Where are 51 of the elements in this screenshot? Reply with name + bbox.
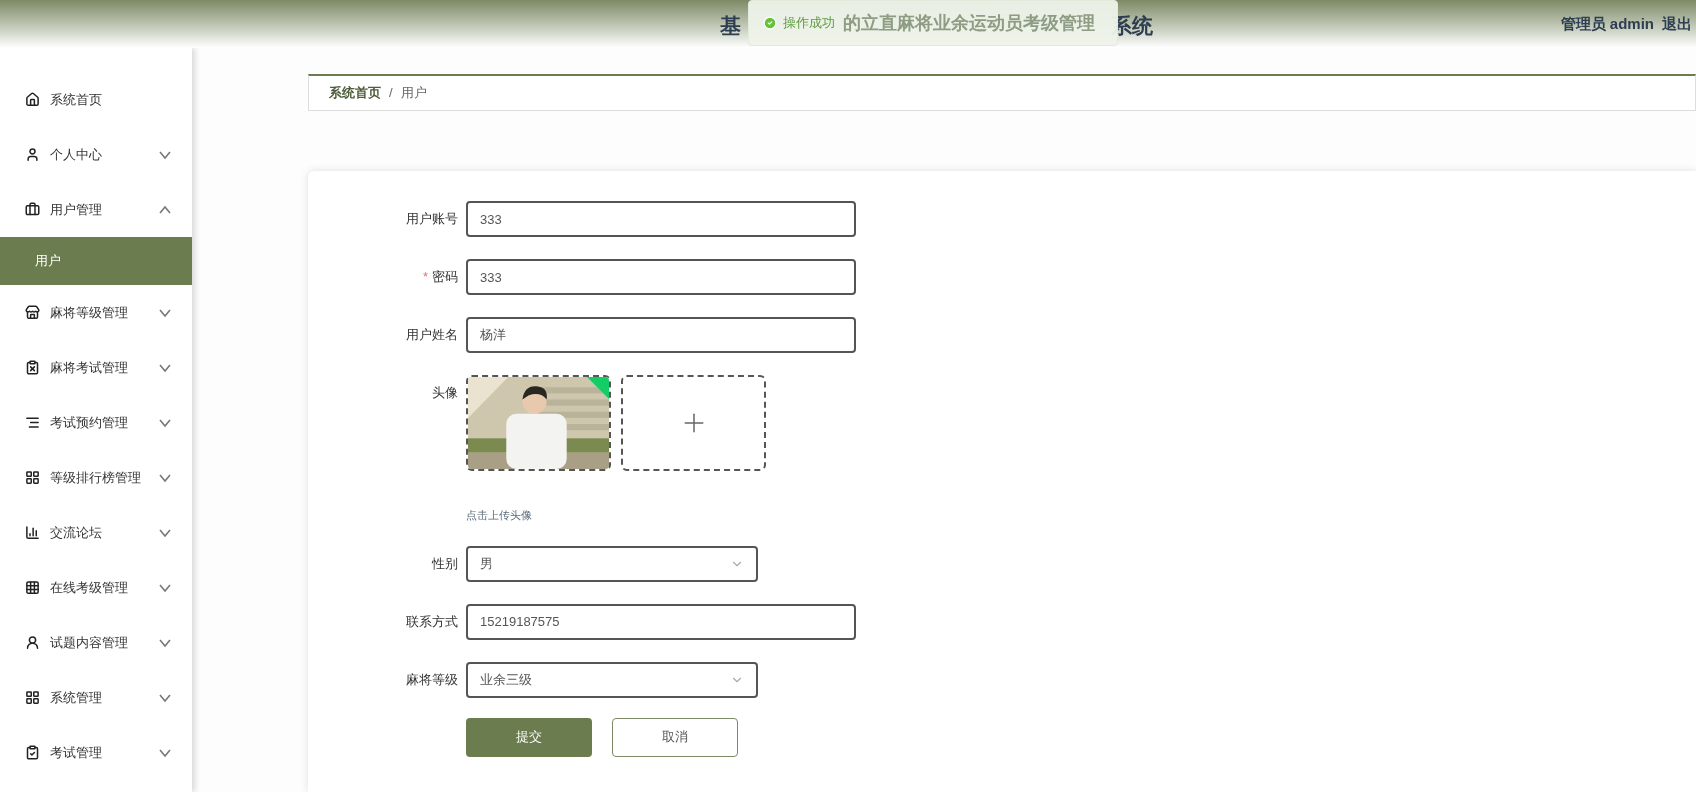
app-title: 基 <box>720 13 741 39</box>
field-label: 头像 <box>432 384 458 403</box>
breadcrumb-link[interactable]: 用户 <box>400 83 427 103</box>
clipboard-x-icon <box>25 360 40 375</box>
breadcrumb-link[interactable]: 系统首页 <box>329 83 381 103</box>
user-label: 管理员 admin <box>1560 13 1654 34</box>
select-field[interactable]: 业余三级 <box>466 661 758 698</box>
upload-button[interactable] <box>621 375 766 471</box>
home-icon <box>25 92 40 107</box>
sidebar-item[interactable]: 试题内容管理 <box>0 615 192 670</box>
sidebar-item[interactable]: 交流论坛 <box>0 505 192 560</box>
bar-chart-icon <box>25 525 40 540</box>
briefcase-icon <box>25 202 40 217</box>
logout-link[interactable]: 退出 <box>1662 12 1692 36</box>
clipboard-check-icon <box>25 745 40 760</box>
field-label: 密码 <box>432 268 458 287</box>
field-label: 联系方式 <box>406 612 458 631</box>
grid-icon <box>25 580 40 595</box>
field-label: 用户姓名 <box>406 326 458 345</box>
field-label: 麻将等级 <box>406 670 458 689</box>
breadcrumb-separator: / <box>389 84 393 103</box>
text-field[interactable]: 333 <box>466 259 856 295</box>
check-circle-icon <box>763 16 777 30</box>
app-title: 的立直麻将业余运动员考级管理 <box>843 11 1095 35</box>
sidebar-item[interactable]: 系统管理 <box>0 670 192 725</box>
grid-icon <box>25 470 40 485</box>
sidebar-item[interactable]: 个人中心 <box>0 127 192 182</box>
field-label: 用户账号 <box>406 210 458 229</box>
cancel-button[interactable]: 取消 <box>612 717 738 757</box>
sidebar-item[interactable]: 在线考级管理 <box>0 560 192 615</box>
text-field[interactable]: 15219187575 <box>466 603 856 640</box>
sidebar-item[interactable]: 麻将考试管理 <box>0 340 192 395</box>
required-mark: * <box>422 268 428 287</box>
user-icon <box>25 635 40 650</box>
grid-icon <box>25 690 40 705</box>
sidebar-item[interactable]: 系统首页 <box>0 72 192 127</box>
field-label: 性别 <box>432 554 458 573</box>
upload-hint: 点击上传头像 <box>466 508 533 523</box>
select-field[interactable]: 男 <box>466 545 758 582</box>
sidebar-item[interactable]: 等级排行榜管理 <box>0 450 192 505</box>
sidebar-item[interactable]: 用户管理 <box>0 182 192 237</box>
submit-button[interactable]: 提交 <box>466 717 592 757</box>
sidebar-item[interactable]: 考试管理 <box>0 725 192 780</box>
sidebar-subitem[interactable]: 用户 <box>0 237 192 285</box>
text-field[interactable]: 333 <box>466 201 856 237</box>
user-icon <box>25 147 40 162</box>
toast-message: 操作成功 <box>783 14 835 33</box>
sidebar-item[interactable]: 考试预约管理 <box>0 395 192 450</box>
sidebar-item[interactable]: 麻将等级管理 <box>0 285 192 340</box>
text-field[interactable]: 杨洋 <box>466 317 856 353</box>
list-icon <box>25 415 40 430</box>
